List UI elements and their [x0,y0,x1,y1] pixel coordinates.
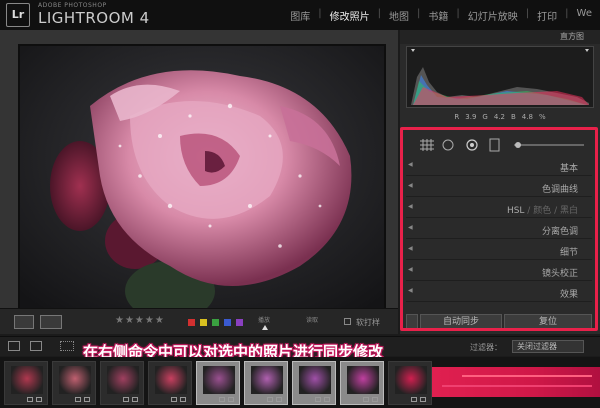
main-canvas [0,30,398,324]
thumb-badge-icon [276,397,282,402]
module-tab-2[interactable]: 地图 [381,8,417,23]
module-tab-0[interactable]: 图库 [282,8,318,23]
thumb-image [155,366,187,394]
module-tab-1[interactable]: 修改照片 [322,8,378,23]
b-label: B [510,113,516,121]
module-tab-4[interactable]: 幻灯片放映 [460,8,526,23]
filmstrip-thumb-partial[interactable] [432,367,600,397]
lightroom-logo: Lr [6,3,30,27]
module-tab-5[interactable]: 打印 [529,8,565,23]
thumb-image [203,366,235,394]
filmstrip-thumb[interactable] [148,361,192,405]
filmstrip-thumb[interactable] [388,361,432,405]
thumb-badge-icon [75,397,81,402]
thumb-badge-icon [372,397,378,402]
filmstrip [0,357,600,408]
thumb-image [59,366,91,394]
thumb-image [11,366,43,394]
slider-thumb-icon[interactable] [262,325,268,330]
photo-toolbar: ★★★★★ 播放 读取 软打样 [0,308,398,334]
module-tab-3[interactable]: 书籍 [420,8,456,23]
thumb-badge-icon [219,397,225,402]
brand-subtitle: ADOBE PHOTOSHOP [38,2,107,9]
color-label-swatch[interactable] [200,319,207,326]
thumb-badge-icon [36,397,42,402]
panel-toggle-icon[interactable] [8,341,20,351]
thumb-badge-icon [315,397,321,402]
module-picker: 图库 | 修改照片 | 地图 | 书籍 | 幻灯片放映 | 打印 | We [282,8,600,23]
histogram-graph [411,49,589,105]
filmstrip-thumb[interactable] [52,361,96,405]
histogram-header[interactable]: 直方图 [400,30,600,44]
toolbar-label-play: 播放 [258,317,271,324]
grid-view-icon[interactable] [60,341,74,351]
top-bar: Lr ADOBE PHOTOSHOP LIGHTROOM 4 图库 | 修改照片 | 地… [0,0,600,30]
soft-proof-label: 软打样 [356,318,380,327]
thumb-badge-icon [27,397,33,402]
color-label-swatch[interactable] [212,319,219,326]
filmstrip-thumb[interactable] [292,361,336,405]
thumb-image [395,366,427,394]
filmstrip-thumb[interactable] [100,361,144,405]
thumb-badge-icon [180,397,186,402]
thumb-badge-icon [363,397,369,402]
thumb-badge-icon [123,397,129,402]
soft-proof-checkbox[interactable] [344,318,351,325]
thumb-badge-icon [411,397,417,402]
photo-preview[interactable] [18,44,386,324]
b-value: 4.8 [521,113,533,121]
histogram-readout: R 3.9 G 4.2 B 4.8 % [406,113,594,121]
r-label: R [454,113,460,121]
percent-sign: % [538,113,546,121]
color-label-swatch[interactable] [188,319,195,326]
module-tab-6[interactable]: We [569,8,600,23]
r-value: 3.9 [465,113,477,121]
thumb-badge-icon [171,397,177,402]
g-label: G [482,113,488,121]
filmstrip-thumb[interactable] [196,361,240,405]
filmstrip-thumb[interactable] [4,361,48,405]
color-label-swatch[interactable] [236,319,243,326]
thumb-image [347,366,379,394]
thumb-image [299,366,331,394]
filmstrip-thumb[interactable] [340,361,384,405]
thumb-image [107,366,139,394]
brand-title: LIGHTROOM 4 [38,9,150,27]
thumb-badge-icon [84,397,90,402]
compare-view-button[interactable] [40,315,62,329]
thumb-badge-icon [132,397,138,402]
filter-label: 过滤器： [470,343,502,352]
thumb-badge-icon [228,397,234,402]
thumb-image [251,366,283,394]
filter-dropdown[interactable]: 关闭过滤器 [512,340,584,353]
highlight-annotation [400,127,598,331]
thumb-badge-icon [267,397,273,402]
rose-photo [20,46,384,322]
color-label-swatch[interactable] [224,319,231,326]
g-value: 4.2 [493,113,505,121]
toolbar-label-read: 读取 [306,317,319,324]
histogram [406,46,594,108]
thumb-badge-icon [324,397,330,402]
thumb-badge-icon [420,397,426,402]
rating-stars[interactable]: ★★★★★ [115,315,165,326]
second-window-icon[interactable] [30,341,42,351]
filmstrip-thumb[interactable] [244,361,288,405]
loupe-view-button[interactable] [14,315,34,329]
